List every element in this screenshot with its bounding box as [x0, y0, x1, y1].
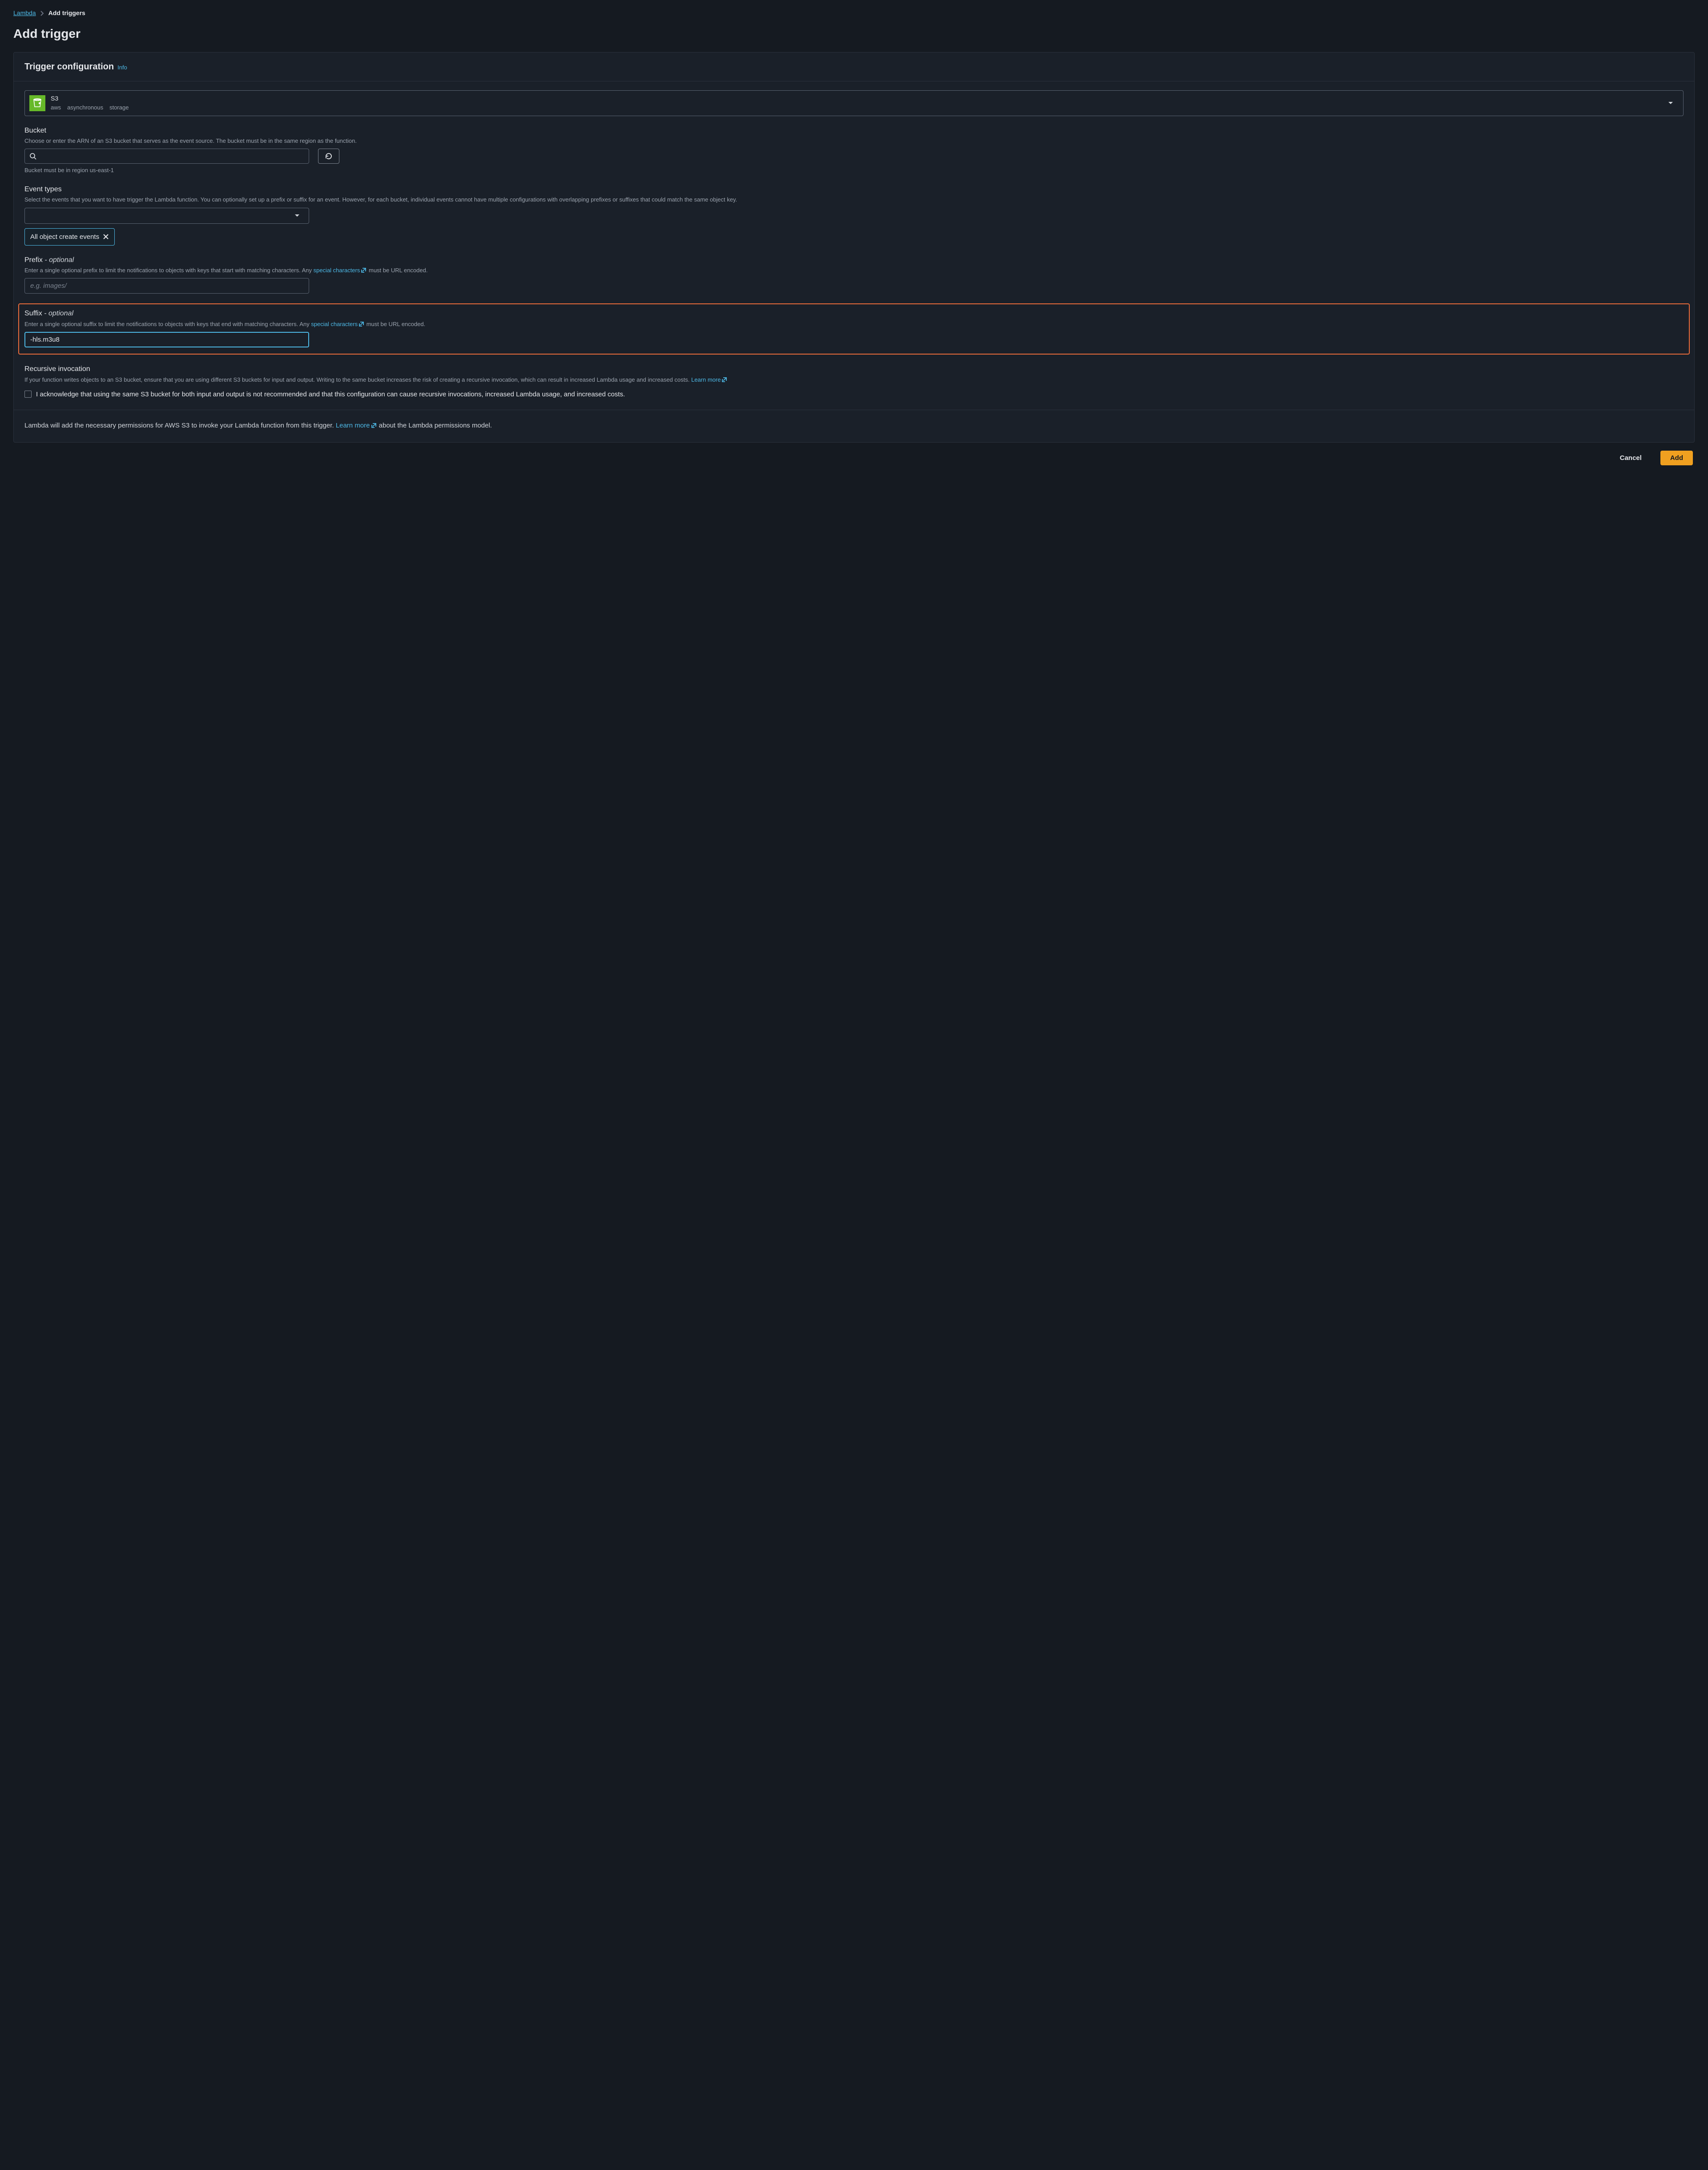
refresh-icon	[325, 152, 333, 160]
card-title: Trigger configuration	[24, 61, 114, 73]
learn-more-link[interactable]: Learn more	[691, 376, 728, 383]
source-name: S3	[51, 94, 129, 103]
source-tag: asynchronous	[67, 104, 103, 112]
external-link-icon	[361, 267, 367, 273]
cancel-button[interactable]: Cancel	[1610, 451, 1652, 465]
event-types-help: Select the events that you want to have …	[24, 195, 1684, 204]
suffix-help: Enter a single optional suffix to limit …	[24, 320, 1684, 329]
search-icon	[29, 153, 36, 160]
prefix-help: Enter a single optional prefix to limit …	[24, 266, 1684, 275]
special-chars-link[interactable]: special characters	[311, 321, 365, 327]
source-tag: storage	[109, 104, 129, 112]
suffix-input[interactable]	[24, 332, 309, 347]
external-link-icon	[371, 422, 377, 428]
bucket-help: Choose or enter the ARN of an S3 bucket …	[24, 137, 1684, 145]
prefix-label: Prefix - optional	[24, 255, 1684, 265]
add-button[interactable]: Add	[1660, 451, 1693, 465]
trigger-source-select[interactable]: S3 aws asynchronous storage	[24, 90, 1684, 116]
external-link-icon	[721, 376, 728, 383]
source-tag: aws	[51, 104, 61, 112]
trigger-config-card: Trigger configuration Info	[13, 52, 1695, 443]
recursive-help: If your function writes objects to an S3…	[24, 375, 1684, 384]
bucket-label: Bucket	[24, 126, 1684, 136]
event-types-label: Event types	[24, 185, 1684, 194]
info-link[interactable]: Info	[117, 64, 127, 72]
breadcrumb-current: Add triggers	[48, 9, 85, 18]
suffix-highlight: Suffix - optional Enter a single optiona…	[18, 303, 1690, 355]
bucket-search-input[interactable]	[24, 149, 309, 164]
breadcrumb: Lambda Add triggers	[13, 9, 1695, 18]
acknowledge-label[interactable]: I acknowledge that using the same S3 buc…	[36, 389, 625, 400]
bucket-hint: Bucket must be in region us-east-1	[24, 166, 1684, 174]
chip-remove-button[interactable]	[103, 234, 109, 240]
bucket-input[interactable]	[36, 152, 304, 161]
prefix-input[interactable]	[24, 278, 309, 294]
special-chars-link[interactable]: special characters	[314, 267, 367, 274]
event-type-chip: All object create events	[24, 228, 115, 246]
learn-more-link[interactable]: Learn more	[336, 422, 377, 429]
caret-down-icon	[1668, 101, 1673, 105]
external-link-icon	[359, 321, 365, 327]
s3-icon	[29, 95, 45, 111]
recursive-label: Recursive invocation	[24, 364, 1684, 374]
caret-down-icon	[294, 214, 300, 218]
page-title: Add trigger	[13, 25, 1695, 42]
refresh-button[interactable]	[318, 149, 339, 164]
chip-label: All object create events	[30, 232, 99, 242]
event-types-select[interactable]	[24, 208, 309, 224]
chevron-right-icon	[40, 11, 44, 16]
permissions-text: Lambda will add the necessary permission…	[24, 420, 1684, 432]
suffix-label: Suffix - optional	[24, 309, 1684, 319]
footer-actions: Cancel Add	[13, 443, 1695, 467]
breadcrumb-root-link[interactable]: Lambda	[13, 9, 36, 18]
acknowledge-checkbox[interactable]	[24, 391, 32, 398]
